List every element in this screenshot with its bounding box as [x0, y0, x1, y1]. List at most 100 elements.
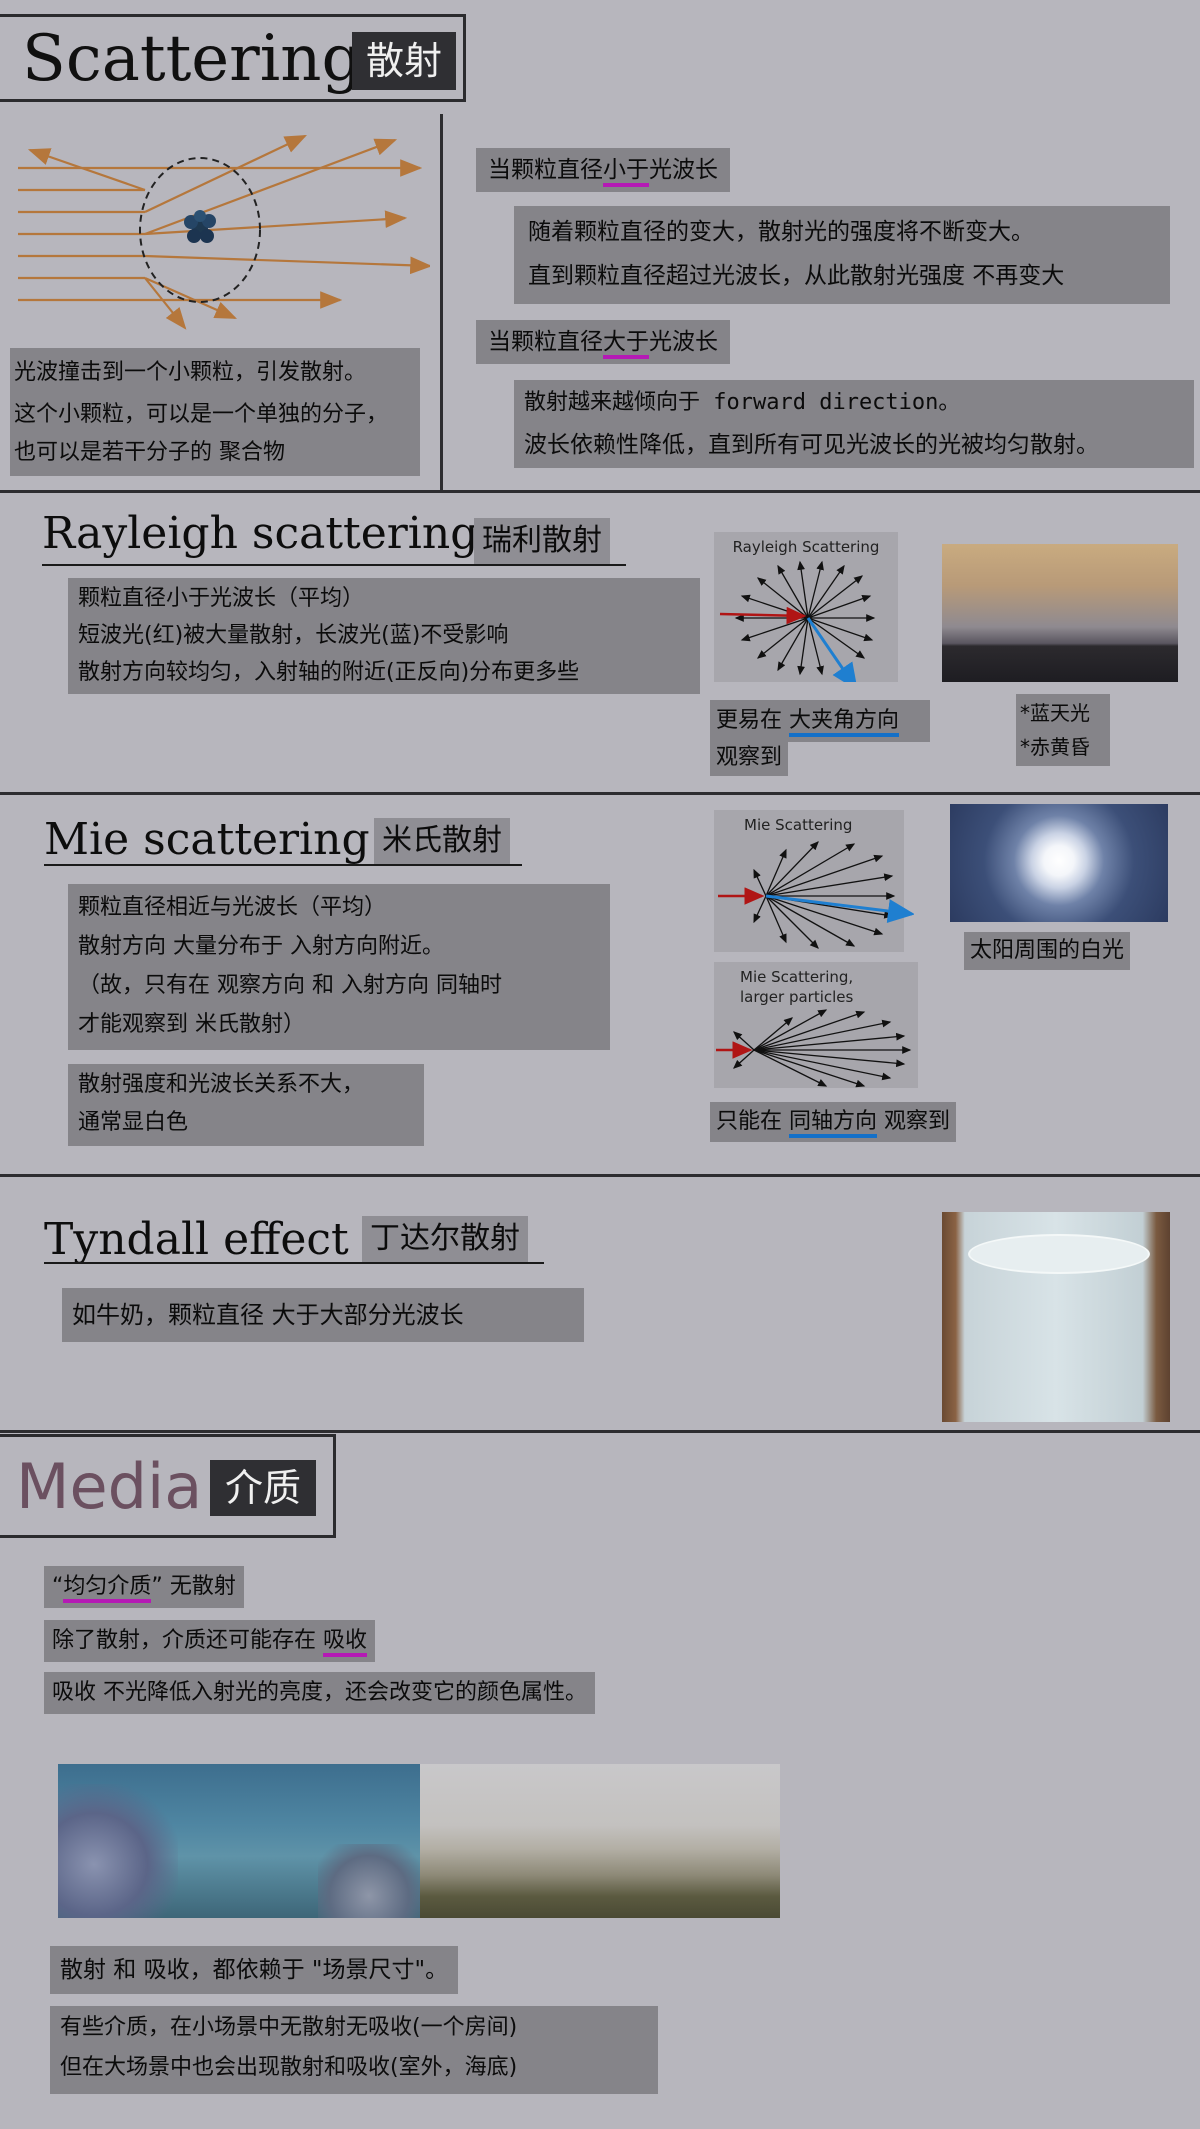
scattering-vertical-divider	[440, 114, 443, 490]
media-line-5b: 但在大场景中也会出现散射和吸收(室外，海底)	[60, 2055, 518, 2080]
small-detail-line-2: 直到颗粒直径超过光波长，从此散射光强度 不再变大	[528, 263, 1065, 289]
particle-caption-line-1: 光波撞击到一个小颗粒，引发散射。	[14, 360, 367, 385]
rayleigh-note-2: *赤黄昏	[1020, 735, 1090, 759]
mie-large-scatter-rays	[733, 1009, 912, 1088]
mie-line-1: 颗粒直径相近与光波长（平均）	[78, 895, 387, 920]
large-detail-line-2: 波长依赖性降低，直到所有可见光波长的光被均匀散射。	[524, 432, 1099, 458]
media-line-5: 有些介质，在小场景中无散射无吸收(一个房间) 但在大场景中也会出现散射和吸收(室…	[50, 2006, 658, 2094]
media-line-5a: 有些介质，在小场景中无散射无吸收(一个房间)	[60, 2015, 518, 2040]
particle-caption-line-3: 也可以是若干分子的 聚合物	[14, 440, 285, 465]
coral-left	[58, 1784, 178, 1918]
scattering-title: Scattering	[22, 24, 362, 94]
media-line-1-mark: 均匀介质	[63, 1574, 152, 1603]
particle-scattering-diagram	[18, 135, 430, 330]
mie-large-diagram-svg	[716, 1009, 912, 1088]
mie-title-underline	[44, 864, 522, 866]
media-line-4: 散射 和 吸收，都依赖于 "场景尺寸"。	[50, 1946, 459, 1994]
mie-details: 颗粒直径相近与光波长（平均） 散射方向 大量分布于 入射方向附近。 （故，只有在…	[68, 884, 610, 1050]
rayleigh-obs-mark: 大夹角方向	[789, 708, 900, 737]
mie-details-2: 散射强度和光波长关系不大， 通常显白色	[68, 1064, 424, 1146]
scattering-title-cn: 散射	[352, 32, 456, 90]
media-line-1: “均匀介质” 无散射	[44, 1566, 244, 1608]
mie-large-diagram: Mie Scattering, larger particles	[714, 962, 918, 1088]
mie-scatter-rays	[753, 841, 896, 949]
rayleigh-obs-post: 观察到	[716, 745, 783, 770]
incident-rays	[18, 159, 423, 309]
milk-glass-photo	[942, 1212, 1170, 1422]
divider-4	[0, 1430, 1200, 1433]
rayleigh-highlight-ray	[806, 617, 858, 682]
media-line-2-mark: 吸收	[323, 1628, 368, 1657]
tyndall-title-en: Tyndall effect	[44, 1214, 349, 1265]
rayleigh-observation: 更易在 大夹角方向	[710, 700, 930, 742]
rayleigh-scatter-rays	[734, 560, 876, 676]
mie-obs-post: 观察到	[877, 1109, 951, 1134]
large-heading-post: 光波长	[649, 329, 718, 355]
media-line-1-post: ” 无散射	[151, 1574, 236, 1599]
divider-3	[0, 1174, 1200, 1177]
tyndall-title-underline	[44, 1262, 544, 1264]
tyndall-title: Tyndall effect	[44, 1218, 349, 1262]
mie-highlight-ray	[765, 894, 914, 923]
large-particle-details: 散射越来越倾向于 forward direction。 波长依赖性降低，直到所有…	[514, 380, 1194, 468]
rayleigh-line-1: 颗粒直径小于光波长（平均）	[78, 586, 365, 611]
rayleigh-obs-pre: 更易在	[716, 708, 789, 733]
mie-diagram-svg	[718, 841, 914, 949]
rayleigh-line-3: 散射方向较均匀，入射轴的附近(正反向)分布更多些	[78, 660, 580, 685]
milk-glass-rim	[968, 1234, 1150, 1274]
media-line-2: 除了散射，介质还可能存在 吸收	[44, 1620, 376, 1662]
mie-line-6: 通常显白色	[78, 1110, 189, 1135]
mie-line-2: 散射方向 大量分布于 入射方向附近。	[78, 934, 444, 959]
rayleigh-title: Rayleigh scattering	[42, 512, 478, 556]
mie-line-3: （故，只有在 观察方向 和 入射方向 同轴时	[78, 973, 502, 998]
rayleigh-incident-ray	[719, 606, 807, 625]
mie-line-5: 散射强度和光波长关系不大，	[78, 1072, 365, 1097]
divider-2	[0, 792, 1200, 795]
rayleigh-title-en: Rayleigh scattering	[42, 508, 479, 559]
media-line-1-pre: “	[52, 1574, 64, 1599]
small-particle-heading: 当颗粒直径小于光波长	[476, 148, 730, 192]
rayleigh-diagram-svg	[719, 560, 876, 682]
underwater-photo	[58, 1764, 420, 1918]
particle-caption: 光波撞击到一个小颗粒，引发散射。 这个小颗粒，可以是一个单独的分子， 也可以是若…	[10, 348, 420, 476]
mie-line-4: 才能观察到 米氏散射）	[78, 1012, 305, 1037]
small-heading-post: 光波长	[649, 157, 718, 183]
particle-caption-line-2: 这个小颗粒，可以是一个单独的分子，	[14, 402, 389, 427]
mie-diagram: Mie Scattering	[714, 810, 914, 952]
rayleigh-note-1: *蓝天光	[1020, 701, 1090, 725]
rayleigh-line-2: 短波光(红)被大量散射，长波光(蓝)不受影响	[78, 623, 509, 648]
rayleigh-title-cn: 瑞利散射	[474, 518, 610, 564]
large-heading-pre: 当颗粒直径	[488, 329, 603, 355]
media-line-3: 吸收 不光降低入射光的亮度，还会改变它的颜色属性。	[44, 1672, 595, 1714]
rayleigh-observation-2: 观察到	[710, 740, 789, 776]
rayleigh-diagram: Rayleigh Scattering	[714, 532, 898, 682]
mie-obs-pre: 只能在	[716, 1109, 789, 1134]
small-detail-line-1: 随着颗粒直径的变大，散射光的强度将不断变大。	[528, 219, 1034, 245]
molecule-icon	[184, 210, 216, 243]
mie-title: Mie scattering	[44, 818, 370, 862]
large-detail-line-1: 散射越来越倾向于 forward direction。	[524, 390, 961, 415]
coral-right	[318, 1844, 420, 1918]
tyndall-details: 如牛奶，颗粒直径 大于大部分光波长	[62, 1288, 584, 1342]
small-heading-pre: 当颗粒直径	[488, 157, 603, 183]
sun-caption: 太阳周围的白光	[964, 932, 1131, 970]
mie-title-cn: 米氏散射	[374, 818, 510, 864]
tyndall-title-cn: 丁达尔散射	[362, 1216, 528, 1262]
small-heading-mark: 小于	[603, 157, 649, 187]
rayleigh-title-underline	[42, 564, 626, 566]
mie-title-en: Mie scattering	[44, 814, 370, 865]
sunset-photo	[942, 544, 1178, 682]
large-particle-heading: 当颗粒直径大于光波长	[476, 320, 730, 364]
rayleigh-notes: *蓝天光 *赤黄昏	[1016, 694, 1110, 766]
scattering-title-en: Scattering	[22, 22, 363, 96]
small-particle-details: 随着颗粒直径的变大，散射光的强度将不断变大。 直到颗粒直径超过光波长，从此散射光…	[514, 206, 1170, 304]
media-line-2-pre: 除了散射，介质还可能存在	[52, 1628, 323, 1653]
media-title-cn: 介质	[210, 1460, 316, 1516]
divider-1	[0, 490, 1200, 493]
mie-obs-mark: 同轴方向	[789, 1109, 878, 1138]
media-title-en: Media	[16, 1450, 203, 1523]
hazy-landscape-photo	[420, 1764, 780, 1918]
sun-photo	[950, 804, 1168, 922]
rayleigh-details: 颗粒直径小于光波长（平均） 短波光(红)被大量散射，长波光(蓝)不受影响 散射方…	[68, 578, 700, 694]
large-heading-mark: 大于	[603, 329, 649, 359]
